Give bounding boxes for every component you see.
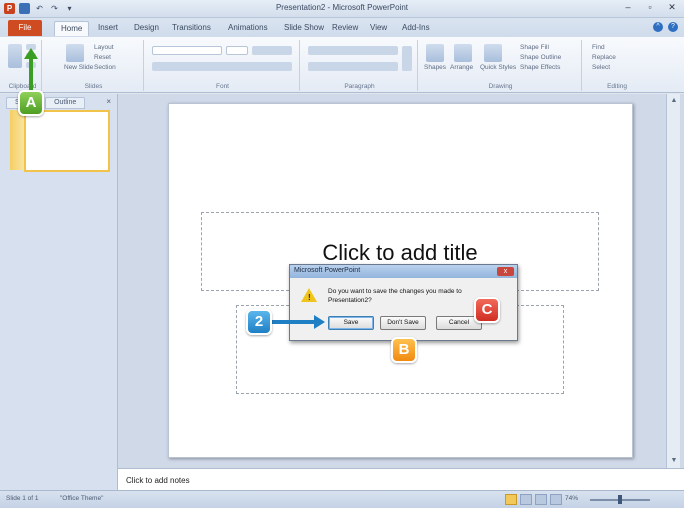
new-slide-icon[interactable] (66, 44, 84, 62)
slide-thumbnail[interactable] (24, 110, 110, 172)
notes-pane[interactable]: Click to add notes (118, 468, 684, 490)
reading-view-icon[interactable] (535, 494, 547, 505)
drawing-label: Drawing (488, 83, 513, 90)
font-size-grow-shrink[interactable] (252, 46, 292, 55)
callout-2-arrow-head-icon (314, 315, 325, 329)
callout-a-arrow-line (29, 58, 33, 90)
view-buttons (505, 494, 562, 505)
ribbon-minimize-icon[interactable]: ^ (653, 22, 663, 32)
scroll-up-icon[interactable]: ▲ (669, 96, 679, 106)
zoom-slider-thumb[interactable] (618, 495, 622, 504)
ribbon: Clipboard New Slide Layout Reset Section… (0, 37, 684, 93)
tab-animations[interactable]: Animations (222, 21, 274, 36)
tab-insert[interactable]: Insert (92, 21, 124, 36)
notes-placeholder: Click to add notes (126, 476, 190, 485)
slides-label: Slides (84, 83, 103, 90)
dont-save-button[interactable]: Don't Save (380, 316, 426, 330)
quick-styles-icon[interactable] (484, 44, 502, 62)
font-group: Font (146, 40, 300, 91)
font-size-dropdown[interactable] (226, 46, 248, 55)
reset-button[interactable]: Reset (94, 54, 111, 61)
tab-design[interactable]: Design (128, 21, 165, 36)
drawing-group: Shapes Arrange Quick Styles Shape Fill S… (420, 40, 582, 91)
dialog-title: Microsoft PowerPoint (294, 267, 361, 274)
window-controls: – ▫ ✕ (622, 2, 678, 13)
editing-label: Editing (607, 83, 627, 90)
shape-outline-button[interactable]: Shape Outline (520, 54, 561, 61)
shapes-button[interactable]: Shapes (424, 64, 446, 71)
minimize-icon[interactable]: – (622, 2, 634, 13)
callout-c: C (474, 297, 500, 323)
callout-2-arrow-line (272, 320, 316, 324)
section-button[interactable]: Section (94, 64, 116, 71)
help-icon[interactable]: ? (668, 22, 678, 32)
tab-view[interactable]: View (364, 21, 393, 36)
callout-a-arrow-head-icon (24, 48, 38, 59)
font-format-buttons[interactable] (152, 62, 292, 71)
new-slide-button[interactable]: New Slide (64, 64, 93, 71)
shape-effects-button[interactable]: Shape Effects (520, 64, 560, 71)
help-area: ^ ? (653, 22, 678, 32)
tab-slide-show[interactable]: Slide Show (278, 21, 330, 36)
align-buttons[interactable] (308, 62, 398, 71)
replace-button[interactable]: Replace (592, 54, 616, 61)
dialog-message: Do you want to save the changes you made… (328, 288, 462, 304)
warning-exclamation-icon: ! (308, 293, 311, 302)
save-button[interactable]: Save (328, 316, 374, 330)
thumbnail-selection-accent (10, 110, 24, 170)
list-buttons[interactable] (308, 46, 398, 55)
layout-button[interactable]: Layout (94, 44, 114, 51)
status-bar: Slide 1 of 1 "Office Theme" 74% (0, 490, 684, 508)
slide-count: Slide 1 of 1 (6, 495, 39, 502)
dialog-title-bar: Microsoft PowerPoint x (290, 265, 517, 278)
find-button[interactable]: Find (592, 44, 605, 51)
callout-a: A (18, 90, 44, 116)
paragraph-group: Paragraph (302, 40, 418, 91)
tab-review[interactable]: Review (326, 21, 364, 36)
shapes-icon[interactable] (426, 44, 444, 62)
scroll-down-icon[interactable]: ▼ (669, 456, 679, 466)
text-direction-icon[interactable] (402, 46, 412, 71)
arrange-button[interactable]: Arrange (450, 64, 473, 71)
normal-view-icon[interactable] (505, 494, 517, 505)
callout-b: B (391, 337, 417, 363)
dialog-close-icon[interactable]: x (497, 267, 514, 276)
shape-fill-button[interactable]: Shape Fill (520, 44, 549, 51)
tab-file[interactable]: File (8, 20, 42, 36)
paragraph-label: Paragraph (344, 83, 375, 90)
callout-step-2: 2 (246, 309, 272, 335)
panel-close-icon[interactable]: × (106, 97, 111, 106)
quick-styles-button[interactable]: Quick Styles (480, 64, 516, 71)
zoom-level[interactable]: 74% (565, 495, 578, 502)
select-button[interactable]: Select (592, 64, 610, 71)
tab-home[interactable]: Home (54, 21, 90, 36)
vertical-scrollbar[interactable]: ▲ ▼ (666, 94, 680, 468)
font-label: Font (215, 83, 229, 90)
ribbon-tabs: File Home Insert Design Transitions Anim… (0, 18, 684, 37)
arrange-icon[interactable] (454, 44, 472, 62)
paste-icon[interactable] (8, 44, 22, 68)
maximize-icon[interactable]: ▫ (644, 2, 656, 13)
clipboard-label: Clipboard (8, 83, 37, 90)
theme-name: "Office Theme" (60, 495, 104, 502)
font-name-dropdown[interactable] (152, 46, 222, 55)
editing-group: Find Replace Select Editing (584, 40, 650, 91)
tab-transitions[interactable]: Transitions (166, 21, 217, 36)
tab-add-ins[interactable]: Add-Ins (396, 21, 436, 36)
slide-sorter-icon[interactable] (520, 494, 532, 505)
slide-title-text[interactable]: Click to add title (201, 240, 599, 266)
window-title: Presentation2 - Microsoft PowerPoint (275, 3, 409, 12)
title-bar: P ↶ ↷ ▾ Presentation2 - Microsoft PowerP… (0, 0, 684, 18)
slide-show-icon[interactable] (550, 494, 562, 505)
slides-group: New Slide Layout Reset Section Slides (44, 40, 144, 91)
tab-outline-panel[interactable]: Outline (45, 97, 86, 109)
close-icon[interactable]: ✕ (666, 2, 678, 13)
